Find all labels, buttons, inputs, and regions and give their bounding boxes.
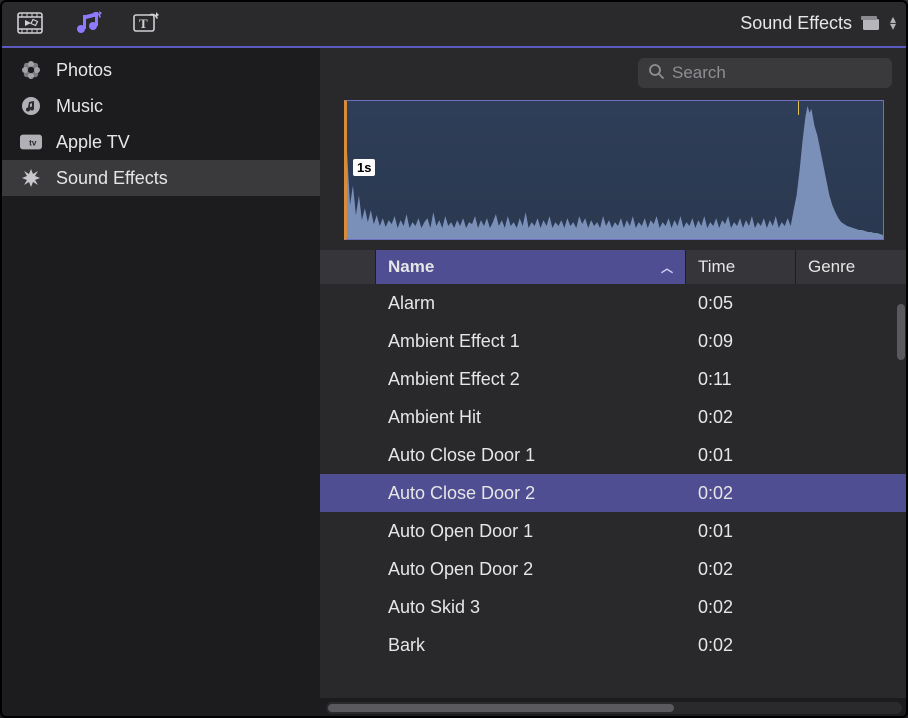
sidebar-item-sound-effects[interactable]: Sound Effects <box>0 160 320 196</box>
table-row[interactable]: Ambient Effect 20:11 <box>320 360 908 398</box>
sidebar-item-photos[interactable]: Photos <box>0 52 320 88</box>
videos-tab-icon[interactable] <box>12 5 48 41</box>
sort-ascending-icon: ︿ <box>661 259 673 276</box>
svg-text:tv: tv <box>29 139 37 148</box>
cell-time: 0:02 <box>686 597 796 618</box>
cell-time: 0:01 <box>686 521 796 542</box>
sidebar: Photos Music tv Apple TV Sound Effects <box>0 48 320 698</box>
waveform-marker <box>798 101 799 115</box>
results-table: Name ︿ Time Genre Alarm0:05Ambient Effec… <box>320 250 908 698</box>
table-row[interactable]: Auto Open Door 20:02 <box>320 550 908 588</box>
horizontal-scrollbar-thumb[interactable] <box>328 704 674 712</box>
search-icon <box>648 63 664 84</box>
table-row[interactable]: Auto Skid 30:02 <box>320 588 908 626</box>
sidebar-item-label: Photos <box>56 60 112 81</box>
svg-text:T: T <box>139 16 148 31</box>
cell-time: 0:02 <box>686 407 796 428</box>
music-icon <box>20 95 42 117</box>
cell-name: Ambient Hit <box>376 407 686 428</box>
waveform-preview[interactable]: 1s <box>344 100 884 240</box>
column-header-spacer <box>320 250 376 284</box>
cell-time: 0:05 <box>686 293 796 314</box>
sidebar-item-music[interactable]: Music <box>0 88 320 124</box>
horizontal-scrollbar[interactable] <box>326 702 902 714</box>
cell-name: Bark <box>376 635 686 656</box>
table-row[interactable]: Auto Open Door 10:01 <box>320 512 908 550</box>
table-body: Alarm0:05Ambient Effect 10:09Ambient Eff… <box>320 284 908 664</box>
table-row[interactable]: Alarm0:05 <box>320 284 908 322</box>
chevron-updown-icon: ▴▾ <box>890 16 896 30</box>
vertical-scrollbar[interactable] <box>897 304 905 360</box>
titles-tab-icon[interactable]: T <box>128 5 164 41</box>
top-toolbar: T Sound Effects ▴▾ <box>0 0 908 48</box>
sidebar-item-appletv[interactable]: tv Apple TV <box>0 124 320 160</box>
cell-time: 0:11 <box>686 369 796 390</box>
cell-name: Auto Close Door 1 <box>376 445 686 466</box>
cell-name: Ambient Effect 1 <box>376 331 686 352</box>
sidebar-item-label: Sound Effects <box>56 168 168 189</box>
sidebar-item-label: Apple TV <box>56 132 130 153</box>
table-row[interactable]: Ambient Effect 10:09 <box>320 322 908 360</box>
main-panel: 1s Name ︿ Time Genre Alarm0:05Ambient Ef… <box>320 48 908 698</box>
library-switcher[interactable]: Sound Effects ▴▾ <box>740 13 896 34</box>
table-row[interactable]: Auto Close Door 10:01 <box>320 436 908 474</box>
search-field[interactable] <box>638 58 892 88</box>
table-row[interactable]: Bark0:02 <box>320 626 908 664</box>
table-row[interactable]: Ambient Hit0:02 <box>320 398 908 436</box>
column-header-genre[interactable]: Genre <box>796 250 908 284</box>
column-header-name-label: Name <box>388 257 434 277</box>
cell-name: Ambient Effect 2 <box>376 369 686 390</box>
cell-name: Auto Close Door 2 <box>376 483 686 504</box>
column-header-name[interactable]: Name ︿ <box>376 250 686 284</box>
waveform-graphic <box>347 101 883 240</box>
burst-icon <box>20 167 42 189</box>
waveform-time-label: 1s <box>353 159 375 176</box>
column-header-genre-label: Genre <box>808 257 855 277</box>
cell-name: Auto Skid 3 <box>376 597 686 618</box>
library-switcher-label: Sound Effects <box>740 13 852 34</box>
cell-time: 0:02 <box>686 483 796 504</box>
folder-stack-icon <box>860 14 882 32</box>
photos-icon <box>20 59 42 81</box>
column-header-time-label: Time <box>698 257 735 277</box>
table-row[interactable]: Auto Close Door 20:02 <box>320 474 908 512</box>
cell-time: 0:01 <box>686 445 796 466</box>
cell-time: 0:02 <box>686 559 796 580</box>
cell-name: Alarm <box>376 293 686 314</box>
cell-name: Auto Open Door 1 <box>376 521 686 542</box>
cell-time: 0:09 <box>686 331 796 352</box>
table-header: Name ︿ Time Genre <box>320 250 908 284</box>
sidebar-item-label: Music <box>56 96 103 117</box>
appletv-icon: tv <box>20 131 42 153</box>
cell-time: 0:02 <box>686 635 796 656</box>
cell-name: Auto Open Door 2 <box>376 559 686 580</box>
search-input[interactable] <box>672 63 882 83</box>
column-header-time[interactable]: Time <box>686 250 796 284</box>
audio-tab-icon[interactable] <box>70 5 106 41</box>
